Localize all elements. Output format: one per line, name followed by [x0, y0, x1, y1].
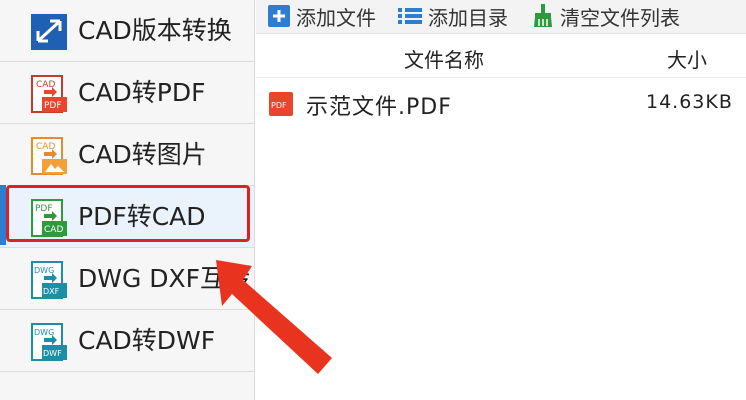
svg-text:PDF: PDF — [271, 101, 287, 110]
dwg-dxf-icon: DWG DXF — [31, 261, 67, 299]
file-table-header: 文件名称 大小 — [256, 34, 746, 78]
sidebar-item-cad-to-pdf[interactable]: CAD PDF CAD转PDF — [0, 62, 254, 124]
file-size: 14.63KB — [646, 91, 733, 113]
svg-text:DWG: DWG — [34, 328, 54, 337]
table-row[interactable]: PDF 示范文件.PDF 14.63KB — [256, 80, 746, 126]
sidebar-item-cad-version[interactable]: CAD版本转换 — [0, 0, 254, 62]
highlight-box — [6, 185, 250, 242]
broom-icon — [534, 4, 552, 27]
svg-text:DWG: DWG — [34, 266, 54, 275]
clear-list-button[interactable]: 清空文件列表 — [532, 0, 680, 32]
list-icon — [398, 8, 422, 24]
annotation-arrow — [216, 260, 332, 374]
pdf-file-icon: PDF — [269, 92, 293, 116]
add-file-button[interactable]: 添加文件 — [268, 0, 376, 32]
plus-icon — [268, 5, 290, 27]
cad-to-image-icon: CAD — [31, 137, 67, 175]
column-header-size[interactable]: 大小 — [667, 44, 707, 73]
svg-text:PDF: PDF — [44, 101, 62, 111]
svg-text:DXF: DXF — [43, 287, 60, 296]
svg-text:DWF: DWF — [43, 349, 62, 358]
sidebar-item-label: CAD转图片 — [78, 140, 207, 169]
sidebar-item-label: CAD版本转换 — [78, 16, 232, 45]
sidebar-item-label: CAD转PDF — [78, 78, 206, 107]
file-name: 示范文件.PDF — [306, 95, 452, 120]
cad-version-icon — [31, 14, 67, 50]
cad-to-pdf-icon: CAD PDF — [31, 75, 67, 113]
toolbar: 添加文件 添加目录 清空文件列表 — [256, 0, 746, 34]
cad-to-dwf-icon: DWG DWF — [31, 323, 67, 361]
sidebar-item-cad-to-image[interactable]: CAD CAD转图片 — [0, 124, 254, 186]
column-header-name[interactable]: 文件名称 — [404, 44, 484, 73]
add-folder-button[interactable]: 添加目录 — [398, 0, 508, 32]
sidebar-item-label: CAD转DWF — [78, 326, 216, 355]
